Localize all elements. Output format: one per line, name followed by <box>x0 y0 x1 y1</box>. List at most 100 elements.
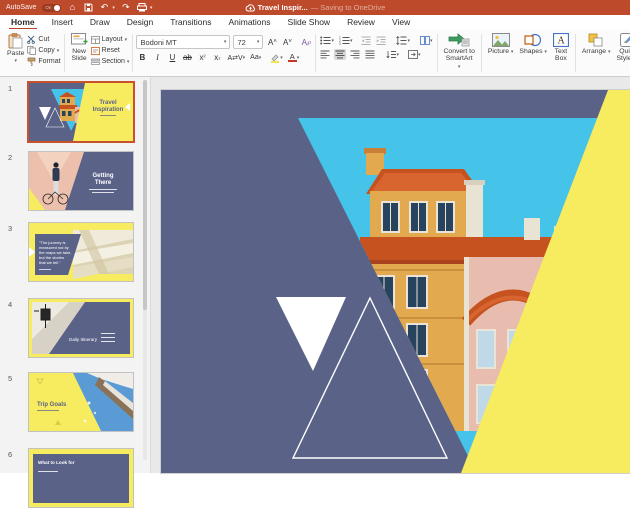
panel-scrollbar-thumb[interactable] <box>143 80 147 310</box>
undo-icon[interactable]: ↶ <box>99 3 109 13</box>
align-center-button[interactable] <box>334 49 346 60</box>
picture-button[interactable]: Picture ▾ <box>485 31 517 58</box>
slide-thumbnail-2[interactable]: Getting There <box>28 151 134 211</box>
highlight-color-button[interactable]: ▾ <box>269 52 284 63</box>
superscript-button[interactable]: x² <box>196 52 208 63</box>
slide-thumbnail-3[interactable]: "The journey is measured not by the maps… <box>28 222 134 282</box>
slide-thumbnail-6[interactable]: What to Look for <box>28 448 134 508</box>
slide-number-3: 3 <box>8 224 12 233</box>
strikethrough-button[interactable]: ab <box>181 52 193 63</box>
italic-button[interactable]: I <box>151 52 163 63</box>
smartart-caret-icon: ▾ <box>458 64 461 70</box>
columns-button[interactable]: ▾ <box>419 35 434 46</box>
tab-draw[interactable]: Draw <box>90 17 110 27</box>
clear-formatting-button[interactable]: A℘ <box>300 37 312 48</box>
slide-thumbnail-1[interactable]: Travel Inspiration <box>27 81 135 143</box>
align-left-icon <box>320 50 330 59</box>
slide-number-5: 5 <box>8 374 12 383</box>
subscript-button[interactable]: x₂ <box>211 52 223 63</box>
redo-icon[interactable]: ↷ <box>121 3 131 13</box>
shapes-caret-icon: ▾ <box>544 49 547 55</box>
slide-thumbnail-4[interactable]: Daily Itinerary <box>28 298 134 358</box>
new-slide-button[interactable]: New Slide <box>68 31 91 65</box>
reset-button[interactable]: Reset <box>91 46 130 55</box>
numbered-list-icon: 123 <box>339 36 350 45</box>
tab-animations[interactable]: Animations <box>228 17 270 27</box>
line-spacing-icon <box>396 36 407 45</box>
vertical-align-icon <box>386 50 396 59</box>
font-size-select[interactable]: 72▾ <box>233 35 263 49</box>
tab-home[interactable]: Home <box>11 17 35 27</box>
tab-design[interactable]: Design <box>127 17 153 27</box>
shapes-button[interactable]: Shapes ▾ <box>516 31 549 58</box>
font-name-select[interactable]: Bodoni MT▾ <box>136 35 230 49</box>
bullets-button[interactable]: ▾ <box>319 35 335 46</box>
autosave-toggle[interactable]: On <box>42 4 61 12</box>
title-bar: AutoSave On ⌂ ↶▾ ↷ ▾ Travel Inspir... — … <box>0 0 630 15</box>
arrange-button[interactable]: Arrange ▾ <box>579 31 614 58</box>
print-icon[interactable] <box>137 3 147 13</box>
copy-icon <box>27 46 36 55</box>
layout-button[interactable]: Layout ▾ <box>91 35 130 44</box>
home-icon[interactable]: ⌂ <box>67 3 77 13</box>
copy-caret-icon: ▾ <box>57 48 60 54</box>
undo-caret-icon[interactable]: ▾ <box>112 5 115 11</box>
decrease-indent-button[interactable] <box>360 35 372 46</box>
textbox-button[interactable]: A Text Box <box>550 31 572 65</box>
character-spacing-button[interactable]: A⇄V▾ <box>226 52 246 63</box>
svg-text:3: 3 <box>339 42 341 45</box>
align-text-button[interactable]: ▾ <box>385 49 400 60</box>
text-direction-icon <box>420 36 430 45</box>
clipboard-group: Paste ▾ Cut Copy ▾ Format <box>4 31 61 75</box>
current-slide[interactable] <box>161 90 630 473</box>
tab-view[interactable]: View <box>392 17 410 27</box>
toolbar-more-icon[interactable]: ▾ <box>150 5 153 11</box>
slide-number-6: 6 <box>8 450 12 459</box>
panel-scrollbar[interactable] <box>143 80 147 460</box>
underline-button[interactable]: U <box>166 52 178 63</box>
bold-button[interactable]: B <box>136 52 148 63</box>
tab-insert[interactable]: Insert <box>52 17 73 27</box>
section-button[interactable]: Section ▾ <box>91 57 130 66</box>
thumb2-title-line2: There <box>95 180 112 186</box>
change-case-button[interactable]: Aa▾ <box>249 52 262 63</box>
line-spacing-button[interactable]: ▾ <box>395 35 411 46</box>
tab-review[interactable]: Review <box>347 17 375 27</box>
align-right-button[interactable] <box>349 49 361 60</box>
format-painter-button[interactable]: Format <box>27 57 60 66</box>
convert-smartart-button[interactable]: Convert to SmartArt ▾ <box>441 31 478 72</box>
justify-button[interactable] <box>364 49 376 60</box>
cut-button[interactable]: Cut <box>27 35 60 44</box>
layout-caret-icon: ▾ <box>125 37 128 43</box>
decrease-font-button[interactable]: A˅ <box>281 37 293 48</box>
paste-button[interactable]: Paste ▾ <box>4 31 27 66</box>
scissors-icon <box>27 35 36 44</box>
section-icon <box>91 58 100 66</box>
slide-number-4: 4 <box>8 300 12 309</box>
slides-group: New Slide Layout ▾ Reset Section ▾ <box>68 31 130 75</box>
paste-caret-icon: ▾ <box>14 58 17 64</box>
smartart-icon <box>448 33 470 47</box>
save-icon[interactable] <box>83 3 93 13</box>
highlighter-icon <box>270 53 280 63</box>
align-left-button[interactable] <box>319 49 331 60</box>
save-status: — Saving to OneDrive <box>311 3 386 12</box>
increase-indent-button[interactable] <box>375 35 387 46</box>
font-group: Bodoni MT▾ 72▾ A˄ A˅ A℘ B I U ab x² x₂ A… <box>136 31 312 75</box>
arrange-group: Arrange ▾ Quick Styles ▾ Shape Fill Shap… <box>579 31 630 75</box>
svg-text:A: A <box>557 36 565 47</box>
increase-font-button[interactable]: A˄ <box>266 37 278 48</box>
quick-styles-button[interactable]: Quick Styles ▾ <box>613 31 630 65</box>
slide-number-1: 1 <box>8 84 12 93</box>
text-direction-button[interactable]: ▾ <box>407 49 422 60</box>
copy-button[interactable]: Copy ▾ <box>27 46 60 55</box>
font-color-button[interactable]: A▾ <box>287 52 301 63</box>
thumb2-title-line1: Getting <box>93 173 114 179</box>
thumb3-quote-line5: that we tell." <box>39 260 61 265</box>
font-size-caret-icon: ▾ <box>257 39 260 45</box>
autosave-label: AutoSave <box>6 4 36 11</box>
slide-thumbnail-5[interactable]: Trip Goals <box>28 372 134 432</box>
tab-slideshow[interactable]: Slide Show <box>288 17 331 27</box>
tab-transitions[interactable]: Transitions <box>170 17 211 27</box>
numbering-button[interactable]: 123▾ <box>338 35 354 46</box>
